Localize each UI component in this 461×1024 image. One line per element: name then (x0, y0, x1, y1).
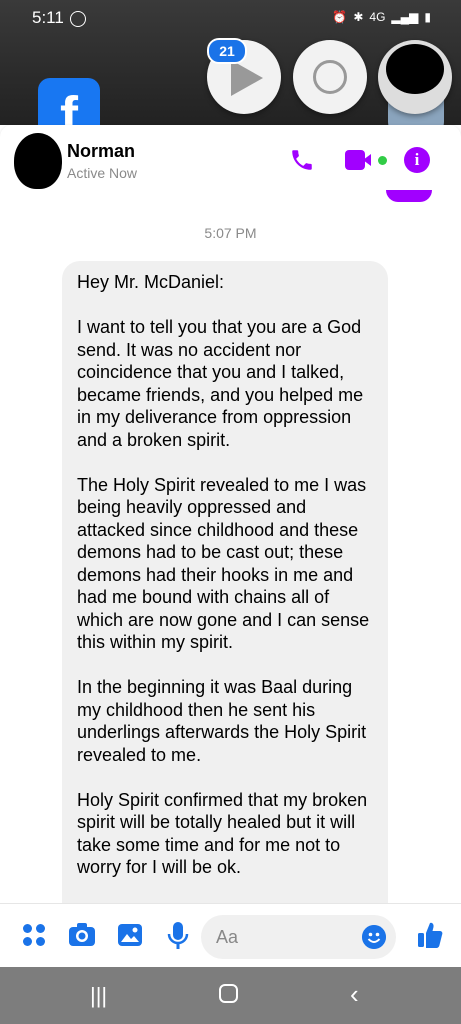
message-timestamp: 5:07 PM (204, 225, 257, 241)
video-call-icon[interactable] (345, 150, 387, 170)
status-bar: 5:11 ⏰ ✱ 4G ▂▄▆ ▮ f 21 (0, 0, 461, 140)
message-list[interactable]: 5:07 PM Hey Mr. McDaniel: I want to tell… (0, 193, 461, 903)
message-text: Hey Mr. McDaniel: I want to tell you tha… (77, 272, 370, 877)
recent-apps-icon[interactable]: ||| (90, 983, 107, 1009)
online-dot (378, 156, 387, 165)
thumbs-up-icon[interactable] (417, 921, 443, 949)
status-icons: ⏰ ✱ 4G ▂▄▆ ▮ (332, 10, 431, 24)
unread-badge: 21 (207, 38, 247, 64)
redaction-mark (386, 44, 444, 94)
message-composer: Aa (0, 903, 461, 968)
emoji-icon[interactable] (362, 925, 386, 949)
bluetooth-icon: ✱ (353, 10, 364, 24)
signal-icon: ▂▄▆ (391, 10, 419, 24)
message-input[interactable]: Aa (201, 915, 396, 959)
camera-icon[interactable] (68, 922, 96, 948)
microphone-icon[interactable] (167, 921, 189, 951)
status-time: 5:11 (32, 8, 64, 27)
chat-head-messenger[interactable] (293, 40, 367, 114)
sent-bubble-peek (386, 190, 432, 202)
message-input-placeholder: Aa (216, 927, 239, 947)
camera-lens (363, 154, 371, 166)
contact-name[interactable]: Norman (67, 141, 135, 162)
menu-grid-icon[interactable] (23, 924, 45, 946)
messenger-icon (313, 60, 347, 94)
play-icon (231, 60, 263, 96)
conversation-header: Norman Active Now i (0, 125, 461, 193)
battery-icon: ▮ (424, 10, 431, 24)
home-icon[interactable] (219, 984, 238, 1003)
info-icon[interactable]: i (404, 147, 430, 173)
active-status: Active Now (67, 165, 138, 181)
gallery-icon[interactable] (117, 923, 143, 947)
messenger-notification-icon (70, 11, 86, 27)
chat-head-contact[interactable] (378, 40, 452, 114)
phone-call-icon[interactable] (289, 147, 315, 173)
message-bubble[interactable]: Hey Mr. McDaniel: I want to tell you tha… (62, 261, 388, 903)
system-navigation-bar: ||| ‹ (0, 967, 461, 1024)
alarm-icon: ⏰ (332, 10, 348, 24)
network-type: 4G (369, 10, 386, 24)
avatar[interactable] (14, 133, 62, 189)
back-icon[interactable]: ‹ (350, 979, 359, 1010)
camera-body (345, 150, 365, 170)
